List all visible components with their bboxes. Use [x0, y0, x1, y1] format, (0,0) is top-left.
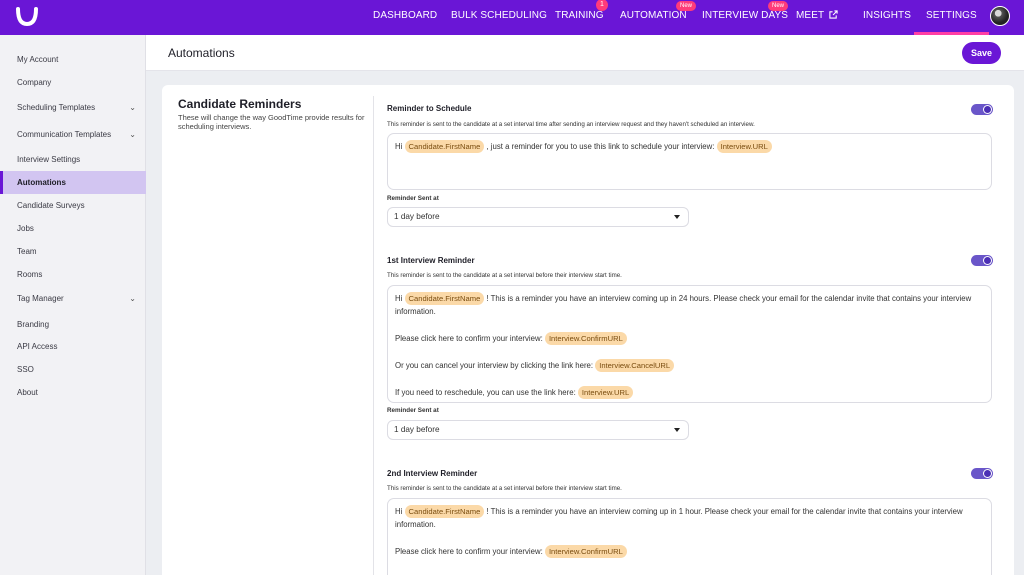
- sidebar-item-communication-templates[interactable]: Communication Templates ⌄: [0, 123, 146, 146]
- sidebar-item-jobs[interactable]: Jobs: [0, 217, 146, 240]
- reminder-to-schedule-toggle[interactable]: [971, 104, 993, 115]
- sidebar-item-sso[interactable]: SSO: [0, 358, 146, 381]
- sidebar-item-my-account[interactable]: My Account: [0, 48, 146, 71]
- message-text: Please click here to confirm your interv…: [395, 334, 543, 343]
- message-text: Hi: [395, 142, 403, 151]
- settings-sidebar: My Account Company Scheduling Templates …: [0, 35, 146, 575]
- sidebar-item-about[interactable]: About: [0, 381, 146, 404]
- nav-meet[interactable]: MEET: [796, 0, 838, 35]
- field-label: Reminder Sent at: [387, 407, 439, 414]
- sidebar-item-automations[interactable]: Automations: [0, 171, 146, 194]
- nav-dashboard[interactable]: DASHBOARD: [373, 0, 437, 35]
- external-link-icon: [829, 10, 838, 19]
- chevron-down-icon: ⌄: [129, 130, 136, 139]
- nav-settings[interactable]: SETTINGS: [914, 0, 989, 35]
- sidebar-item-scheduling-templates[interactable]: Scheduling Templates ⌄: [0, 96, 146, 119]
- variable-token[interactable]: Interview.CancelURL: [595, 359, 675, 372]
- sidebar-item-label: Scheduling Templates: [17, 103, 96, 112]
- reminder-sent-at-select[interactable]: 1 day before: [387, 207, 689, 227]
- training-count-badge: 1: [596, 0, 608, 11]
- select-value: 1 day before: [394, 212, 440, 221]
- nav-insights[interactable]: INSIGHTS: [863, 0, 911, 35]
- page-title: Automations: [168, 46, 235, 60]
- reminder-sent-at-select[interactable]: 1 day before: [387, 420, 689, 440]
- message-text: Hi: [395, 507, 403, 516]
- first-interview-reminder-toggle[interactable]: [971, 255, 993, 266]
- variable-token[interactable]: Candidate.FirstName: [404, 292, 485, 305]
- message-text: Or you can cancel your interview by clic…: [395, 361, 594, 370]
- sidebar-item-branding[interactable]: Branding: [0, 313, 146, 336]
- sidebar-item-rooms[interactable]: Rooms: [0, 263, 146, 286]
- second-interview-reminder-toggle[interactable]: [971, 468, 993, 479]
- new-badge: New: [768, 1, 789, 11]
- variable-token[interactable]: Interview.ConfirmURL: [544, 332, 627, 345]
- reminder-description: This reminder is sent to the candidate a…: [387, 272, 622, 279]
- sidebar-item-api-access[interactable]: API Access: [0, 335, 146, 358]
- divider: [373, 96, 374, 575]
- top-nav: DASHBOARD BULK SCHEDULING TRAINING 1 AUT…: [0, 0, 1024, 35]
- reminder-message-editor[interactable]: Hi Candidate.FirstName ! This is a remin…: [387, 498, 992, 575]
- sidebar-item-interview-settings[interactable]: Interview Settings: [0, 148, 146, 171]
- sidebar-item-label: Tag Manager: [17, 294, 64, 303]
- variable-token[interactable]: Candidate.FirstName: [404, 140, 485, 153]
- nav-meet-label: MEET: [796, 10, 824, 21]
- sidebar-item-label: Communication Templates: [17, 130, 112, 139]
- reminder-description: This reminder is sent to the candidate a…: [387, 485, 622, 492]
- reminder-title: 2nd Interview Reminder: [387, 469, 478, 478]
- chevron-down-icon: ⌄: [129, 294, 136, 303]
- field-label: Reminder Sent at: [387, 195, 439, 202]
- caret-down-icon: [674, 215, 680, 219]
- message-text: Hi: [395, 294, 403, 303]
- message-text: Please click here to confirm your interv…: [395, 547, 543, 556]
- page-header: Automations: [146, 35, 1024, 71]
- sidebar-item-candidate-surveys[interactable]: Candidate Surveys: [0, 194, 146, 217]
- nav-bulk-scheduling[interactable]: BULK SCHEDULING: [451, 0, 547, 35]
- sidebar-item-company[interactable]: Company: [0, 71, 146, 94]
- goodtime-logo-icon[interactable]: [14, 6, 40, 28]
- variable-token[interactable]: Interview.URL: [577, 386, 634, 399]
- reminder-message-editor[interactable]: Hi Candidate.FirstName ! This is a remin…: [387, 285, 992, 403]
- variable-token[interactable]: Interview.ConfirmURL: [544, 545, 627, 558]
- variable-token[interactable]: Interview.URL: [716, 140, 772, 153]
- caret-down-icon: [674, 428, 680, 432]
- section-description: These will change the way GoodTime provi…: [178, 113, 365, 131]
- section-heading: Candidate Reminders: [178, 97, 302, 111]
- reminder-title: 1st Interview Reminder: [387, 256, 475, 265]
- reminder-description: This reminder is sent to the candidate a…: [387, 121, 755, 128]
- sidebar-item-tag-manager[interactable]: Tag Manager ⌄: [0, 287, 146, 310]
- select-value: 1 day before: [394, 425, 440, 434]
- sidebar-item-team[interactable]: Team: [0, 240, 146, 263]
- new-badge: New: [676, 1, 697, 11]
- chevron-down-icon: ⌄: [129, 103, 136, 112]
- user-avatar[interactable]: [990, 6, 1010, 26]
- message-text: , just a reminder for you to use this li…: [486, 142, 715, 151]
- save-button[interactable]: Save: [962, 42, 1001, 64]
- reminder-title: Reminder to Schedule: [387, 104, 472, 113]
- message-text: If you need to reschedule, you can use t…: [395, 388, 576, 397]
- variable-token[interactable]: Candidate.FirstName: [404, 505, 485, 518]
- reminder-message-editor[interactable]: Hi Candidate.FirstName , just a reminder…: [387, 133, 992, 190]
